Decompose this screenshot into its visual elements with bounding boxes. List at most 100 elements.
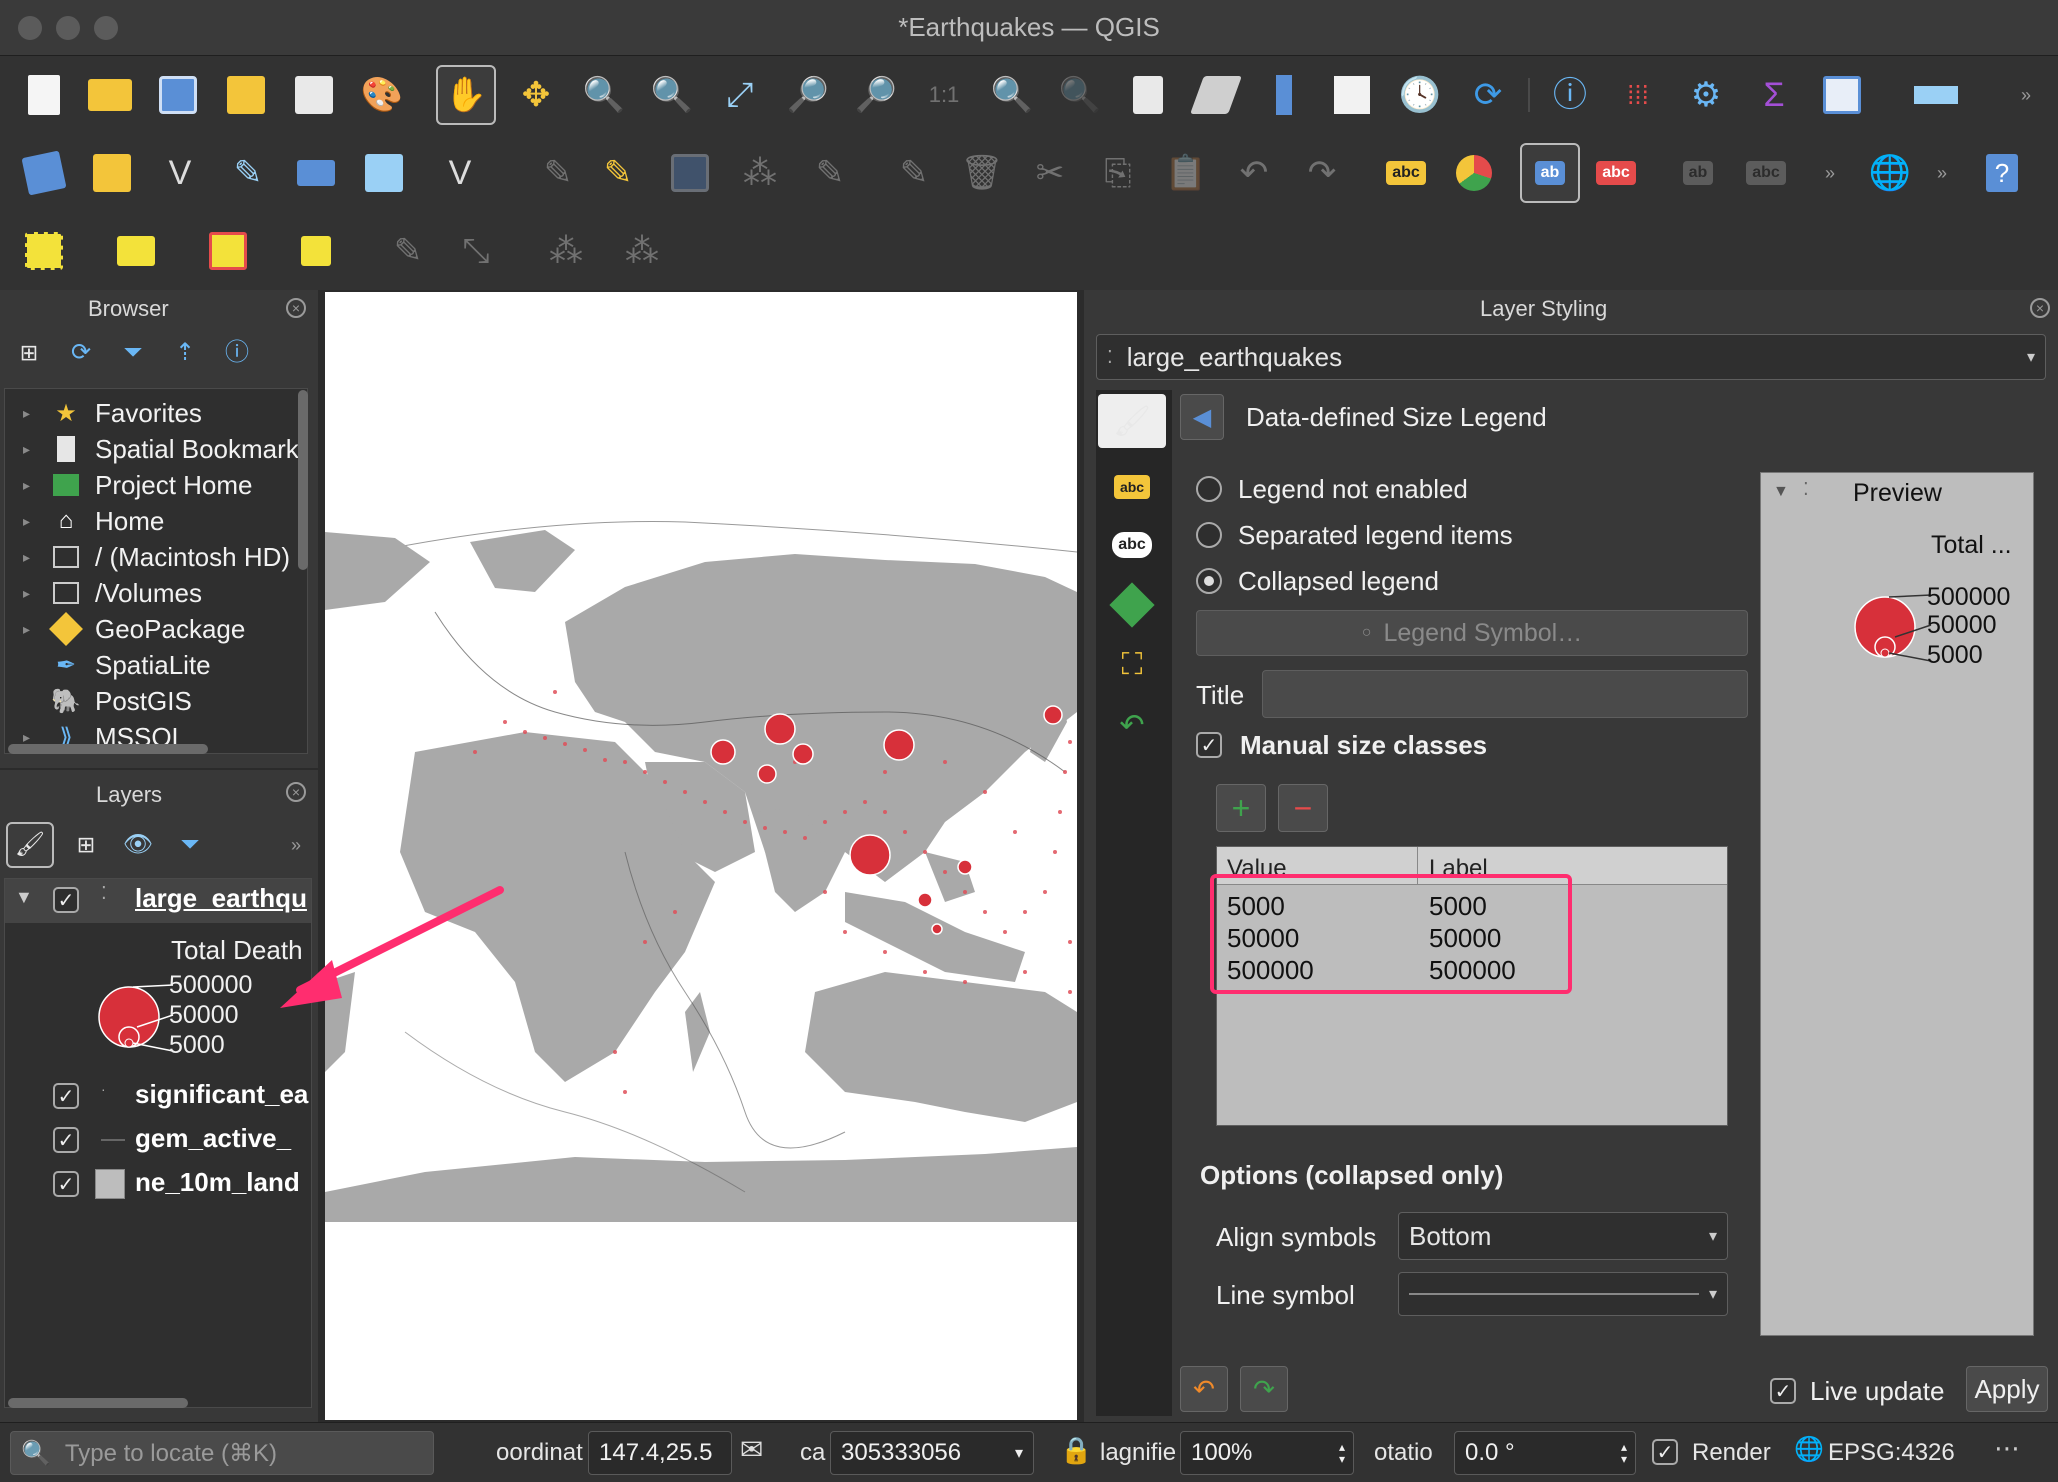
scale-field[interactable]: 305333056 ▾ bbox=[830, 1431, 1034, 1475]
layers-horizontal-scrollbar[interactable] bbox=[8, 1398, 188, 1408]
new-shapefile-icon[interactable]: ⁂ bbox=[536, 221, 596, 281]
select-by-attribute-icon[interactable] bbox=[106, 221, 166, 281]
symbology-tab-icon[interactable]: 🖌 bbox=[1098, 394, 1166, 448]
filter-icon[interactable]: ⏷ bbox=[166, 822, 214, 868]
zoom-last-icon[interactable]: 🔍 bbox=[982, 65, 1042, 125]
legend-symbol-button[interactable]: ○ Legend Symbol… bbox=[1196, 610, 1748, 656]
attribute-table-icon[interactable]: ⁞⁞⁞ bbox=[1608, 65, 1668, 125]
style-manager-icon[interactable]: 🎨 bbox=[352, 65, 412, 125]
virtual-layer-icon[interactable] bbox=[286, 143, 346, 203]
help-icon[interactable]: ? bbox=[1972, 143, 2032, 203]
save-edits-icon[interactable] bbox=[660, 143, 720, 203]
collapse-all-icon[interactable]: ⇡ bbox=[166, 334, 204, 372]
print-layout-icon[interactable] bbox=[216, 65, 276, 125]
show-bookmarks-icon[interactable] bbox=[1322, 65, 1382, 125]
refresh-icon[interactable]: ⟳ bbox=[1458, 65, 1518, 125]
node-tool-icon[interactable]: ✎ bbox=[884, 143, 944, 203]
measure-icon[interactable] bbox=[1906, 65, 1966, 125]
diagrams-tab-icon[interactable]: ⛶ bbox=[1102, 638, 1162, 692]
add-selected-icon[interactable]: ⊞ bbox=[10, 334, 48, 372]
redo-icon[interactable]: ↷ bbox=[1240, 1366, 1288, 1412]
add-class-button[interactable]: + bbox=[1216, 784, 1266, 832]
delete-icon[interactable]: 🗑 bbox=[952, 143, 1012, 203]
close-icon[interactable]: × bbox=[286, 782, 306, 802]
filter-icon[interactable]: ⏷ bbox=[114, 334, 152, 372]
deselect-icon[interactable] bbox=[198, 221, 258, 281]
toggle-editing-icon[interactable]: ✎ bbox=[588, 143, 648, 203]
move-label-icon[interactable]: ab bbox=[1668, 143, 1728, 203]
add-3d-layer-icon[interactable] bbox=[82, 143, 142, 203]
live-update-checkbox[interactable]: ✓ bbox=[1770, 1378, 1796, 1404]
vertex-icon[interactable]: V bbox=[150, 143, 210, 203]
cut-icon[interactable]: ✂ bbox=[1020, 143, 1080, 203]
undo-icon[interactable]: ↶ bbox=[1224, 143, 1284, 203]
move-feature-icon[interactable]: ✎ bbox=[800, 143, 860, 203]
copy-icon[interactable]: ⎘ bbox=[1088, 143, 1148, 203]
overflow-chevron-icon[interactable]: » bbox=[1800, 143, 1860, 203]
edit-pencil-icon[interactable]: ✎ bbox=[528, 143, 588, 203]
history-tab-icon[interactable]: ↶ bbox=[1102, 698, 1162, 752]
zoom-to-layer-icon[interactable]: 🔎 bbox=[846, 65, 906, 125]
radio-legend-not-enabled[interactable] bbox=[1196, 476, 1222, 507]
redo-icon[interactable]: ↷ bbox=[1292, 143, 1352, 203]
title-input[interactable] bbox=[1262, 670, 1748, 718]
layer-visibility-checkbox[interactable]: ✓ bbox=[53, 887, 79, 913]
new-project-icon[interactable] bbox=[14, 65, 74, 125]
collapse-triangle-icon[interactable]: ▼ bbox=[15, 887, 33, 908]
layout-manager-icon[interactable] bbox=[284, 65, 344, 125]
render-checkbox[interactable]: ✓ bbox=[1652, 1439, 1678, 1465]
browser-item-favorites[interactable]: ▸ ★ Favorites bbox=[23, 395, 202, 431]
new-bookmark-icon[interactable] bbox=[1254, 65, 1314, 125]
collapse-triangle-icon[interactable]: ▼ bbox=[1773, 483, 1789, 501]
pin-label-icon[interactable]: ab bbox=[1520, 143, 1580, 203]
pan-icon[interactable]: ✋ bbox=[436, 65, 496, 125]
apply-button[interactable]: Apply bbox=[1966, 1366, 2048, 1412]
eye-icon[interactable]: 👁 bbox=[114, 822, 162, 868]
label-icon[interactable]: abc bbox=[1376, 143, 1436, 203]
vertex-tool-icon[interactable]: V bbox=[430, 143, 490, 203]
masks-tab-icon[interactable]: abc bbox=[1102, 518, 1162, 572]
browser-scrollbar[interactable] bbox=[298, 390, 308, 570]
radio-separated-legend[interactable] bbox=[1196, 522, 1222, 553]
browser-item-spatial-bookmarks[interactable]: ▸ Spatial Bookmark bbox=[23, 431, 299, 467]
close-icon[interactable]: × bbox=[286, 298, 306, 318]
browser-horizontal-scrollbar[interactable] bbox=[8, 744, 208, 754]
browser-item-spatialite[interactable]: ✒ SpatiaLite bbox=[23, 647, 211, 683]
new-map-view-icon[interactable] bbox=[1118, 65, 1178, 125]
locator-search-input[interactable]: 🔍 Type to locate (⌘K) bbox=[10, 1431, 434, 1475]
zoom-in-icon[interactable]: 🔍 bbox=[574, 65, 634, 125]
layer-name-gem-active-faults[interactable]: gem_active_ bbox=[135, 1123, 291, 1154]
select-icon[interactable] bbox=[14, 221, 74, 281]
open-layer-styling-icon[interactable]: 🖌 bbox=[6, 822, 54, 868]
labels-tab-icon[interactable]: abc bbox=[1102, 460, 1162, 514]
show-hide-labels-icon[interactable]: abc bbox=[1586, 143, 1646, 203]
zoom-full-icon[interactable]: ⤢ bbox=[710, 65, 770, 125]
map-canvas[interactable] bbox=[325, 292, 1077, 1420]
refresh-icon[interactable]: ⟳ bbox=[62, 334, 100, 372]
browser-item-macintosh-hd[interactable]: ▸ / (Macintosh HD) bbox=[23, 539, 290, 575]
browser-item-project-home[interactable]: ▸ Project Home bbox=[23, 467, 253, 503]
lock-scale-icon[interactable]: 🔒 bbox=[1060, 1435, 1092, 1466]
pencil-icon[interactable]: ✎ bbox=[218, 143, 278, 203]
grid-layer-icon[interactable] bbox=[354, 143, 414, 203]
browser-item-postgis[interactable]: 🐘 PostGIS bbox=[23, 683, 192, 719]
line-symbol-button[interactable]: ▾ bbox=[1398, 1272, 1728, 1316]
remove-class-button[interactable]: − bbox=[1278, 784, 1328, 832]
layer-name-significant-earthquakes[interactable]: significant_ea bbox=[135, 1079, 308, 1110]
rotate-label-icon[interactable]: abc bbox=[1736, 143, 1796, 203]
add-group-icon[interactable]: ⊞ bbox=[62, 822, 110, 868]
zoom-native-icon[interactable]: 1:1 bbox=[914, 65, 974, 125]
layer-visibility-checkbox[interactable]: ✓ bbox=[53, 1083, 79, 1109]
add-layer-icon[interactable] bbox=[14, 143, 74, 203]
browser-item-geopackage[interactable]: ▸ GeoPackage bbox=[23, 611, 245, 647]
undo-icon[interactable]: ↶ bbox=[1180, 1366, 1228, 1412]
zoom-out-icon[interactable]: 🔍 bbox=[642, 65, 702, 125]
crs-label[interactable]: EPSG:4326 bbox=[1828, 1439, 1955, 1467]
new-3d-map-view-icon[interactable] bbox=[1186, 65, 1246, 125]
overflow-chevron-icon[interactable]: » bbox=[276, 822, 316, 868]
temporal-controller-icon[interactable]: 🕓 bbox=[1390, 65, 1450, 125]
add-point-icon[interactable]: ⁂ bbox=[730, 143, 790, 203]
open-project-icon[interactable] bbox=[80, 65, 140, 125]
paste-icon[interactable]: 📋 bbox=[1156, 143, 1216, 203]
magnifier-field[interactable]: 100% ▴ ▾ bbox=[1180, 1431, 1354, 1475]
